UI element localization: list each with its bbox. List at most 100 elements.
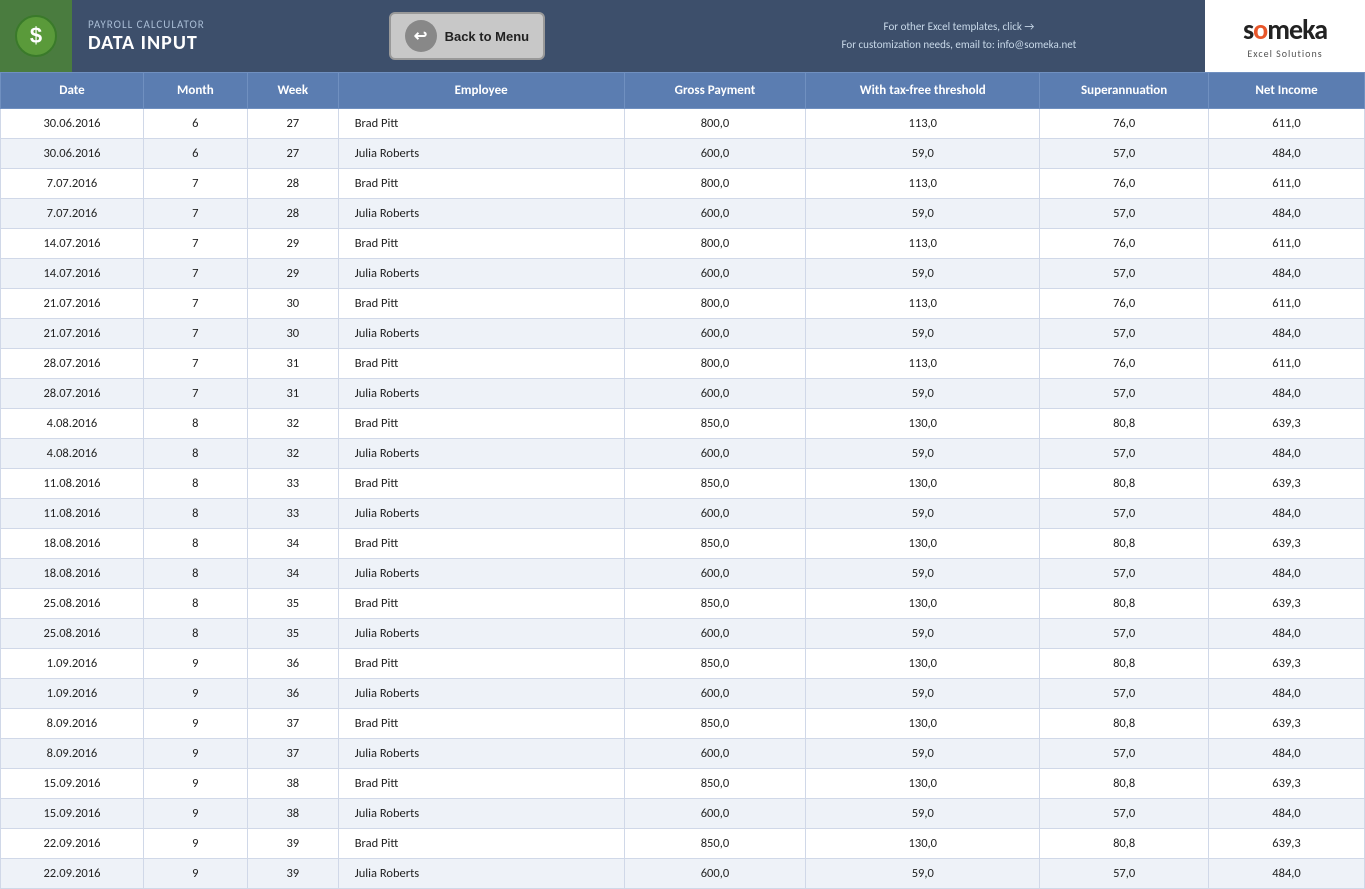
table-cell: 8 (143, 529, 247, 559)
table-cell: 8.09.2016 (1, 739, 144, 769)
table-cell: 36 (247, 649, 338, 679)
table-cell: 57,0 (1040, 859, 1209, 889)
table-cell: Julia Roberts (338, 139, 624, 169)
table-cell: 600,0 (624, 559, 806, 589)
table-cell: Brad Pitt (338, 529, 624, 559)
table-cell: 38 (247, 769, 338, 799)
table-cell: 850,0 (624, 649, 806, 679)
table-cell: 8 (143, 619, 247, 649)
payroll-table: Date Month Week Employee Gross Payment W… (0, 72, 1365, 889)
table-cell: 484,0 (1209, 559, 1365, 589)
table-row: 18.08.2016834Julia Roberts600,059,057,04… (1, 559, 1365, 589)
table-cell: 600,0 (624, 439, 806, 469)
table-row: 1.09.2016936Julia Roberts600,059,057,048… (1, 679, 1365, 709)
table-cell: 57,0 (1040, 739, 1209, 769)
app-header: $ PAYROLL CALCULATOR DATA INPUT ↩ Back t… (0, 0, 1365, 72)
table-cell: 7.07.2016 (1, 169, 144, 199)
table-cell: 76,0 (1040, 169, 1209, 199)
table-cell: 800,0 (624, 169, 806, 199)
table-cell: 33 (247, 469, 338, 499)
header-info-text: For other Excel templates, click → For c… (713, 18, 1205, 53)
table-cell: 600,0 (624, 799, 806, 829)
table-cell: 39 (247, 829, 338, 859)
table-cell: 600,0 (624, 319, 806, 349)
table-cell: 21.07.2016 (1, 289, 144, 319)
table-cell: 7.07.2016 (1, 199, 144, 229)
table-cell: 484,0 (1209, 619, 1365, 649)
table-cell: 57,0 (1040, 259, 1209, 289)
table-cell: 130,0 (806, 709, 1040, 739)
table-cell: 484,0 (1209, 679, 1365, 709)
table-row: 30.06.2016627Brad Pitt800,0113,076,0611,… (1, 109, 1365, 139)
table-cell: 7 (143, 259, 247, 289)
table-cell: 6 (143, 109, 247, 139)
someka-o-highlight: o (1253, 12, 1267, 47)
table-cell: 30 (247, 319, 338, 349)
back-to-menu-button[interactable]: ↩ Back to Menu (389, 12, 546, 60)
table-cell: 484,0 (1209, 379, 1365, 409)
table-cell: 8 (143, 409, 247, 439)
table-cell: 57,0 (1040, 679, 1209, 709)
table-cell: Brad Pitt (338, 169, 624, 199)
table-cell: 130,0 (806, 649, 1040, 679)
table-cell: Brad Pitt (338, 349, 624, 379)
col-header-date: Date (1, 73, 144, 109)
col-header-month: Month (143, 73, 247, 109)
table-cell: 76,0 (1040, 109, 1209, 139)
table-row: 7.07.2016728Julia Roberts600,059,057,048… (1, 199, 1365, 229)
table-row: 8.09.2016937Brad Pitt850,0130,080,8639,3 (1, 709, 1365, 739)
table-cell: 484,0 (1209, 139, 1365, 169)
table-cell: 7 (143, 319, 247, 349)
table-cell: 11.08.2016 (1, 469, 144, 499)
table-cell: 600,0 (624, 679, 806, 709)
table-cell: 113,0 (806, 169, 1040, 199)
table-cell: 9 (143, 769, 247, 799)
table-cell: 484,0 (1209, 259, 1365, 289)
table-cell: 6 (143, 139, 247, 169)
back-arrow-icon: ↩ (405, 20, 437, 52)
table-cell: 31 (247, 349, 338, 379)
table-cell: 7 (143, 379, 247, 409)
table-body: 30.06.2016627Brad Pitt800,0113,076,0611,… (1, 109, 1365, 889)
table-cell: 639,3 (1209, 709, 1365, 739)
table-cell: 130,0 (806, 529, 1040, 559)
table-cell: 484,0 (1209, 859, 1365, 889)
table-cell: Julia Roberts (338, 799, 624, 829)
table-cell: 57,0 (1040, 619, 1209, 649)
table-cell: Julia Roberts (338, 559, 624, 589)
table-cell: 59,0 (806, 259, 1040, 289)
table-cell: 130,0 (806, 469, 1040, 499)
table-cell: 80,8 (1040, 469, 1209, 499)
table-cell: 1.09.2016 (1, 679, 144, 709)
someka-brand-name: someka (1243, 12, 1327, 47)
table-cell: 7 (143, 169, 247, 199)
table-cell: 600,0 (624, 199, 806, 229)
table-cell: 639,3 (1209, 589, 1365, 619)
svg-text:$: $ (30, 23, 42, 48)
table-cell: 850,0 (624, 829, 806, 859)
table-cell: 18.08.2016 (1, 529, 144, 559)
table-cell: Brad Pitt (338, 769, 624, 799)
someka-logo: someka Excel Solutions (1205, 0, 1365, 72)
table-cell: 57,0 (1040, 439, 1209, 469)
table-cell: 9 (143, 679, 247, 709)
table-row: 7.07.2016728Brad Pitt800,0113,076,0611,0 (1, 169, 1365, 199)
table-row: 15.09.2016938Brad Pitt850,0130,080,8639,… (1, 769, 1365, 799)
table-row: 28.07.2016731Julia Roberts600,059,057,04… (1, 379, 1365, 409)
table-cell: 850,0 (624, 469, 806, 499)
col-header-super: Superannuation (1040, 73, 1209, 109)
table-cell: 9 (143, 739, 247, 769)
table-cell: 37 (247, 739, 338, 769)
table-cell: 59,0 (806, 499, 1040, 529)
table-cell: 113,0 (806, 229, 1040, 259)
table-row: 15.09.2016938Julia Roberts600,059,057,04… (1, 799, 1365, 829)
table-cell: 113,0 (806, 109, 1040, 139)
header-subtitle: PAYROLL CALCULATOR (88, 18, 205, 31)
table-cell: 30.06.2016 (1, 109, 144, 139)
table-cell: 80,8 (1040, 589, 1209, 619)
table-cell: 800,0 (624, 289, 806, 319)
table-cell: 611,0 (1209, 229, 1365, 259)
table-cell: 25.08.2016 (1, 589, 144, 619)
dollar-icon: $ (14, 14, 58, 58)
table-cell: 30 (247, 289, 338, 319)
